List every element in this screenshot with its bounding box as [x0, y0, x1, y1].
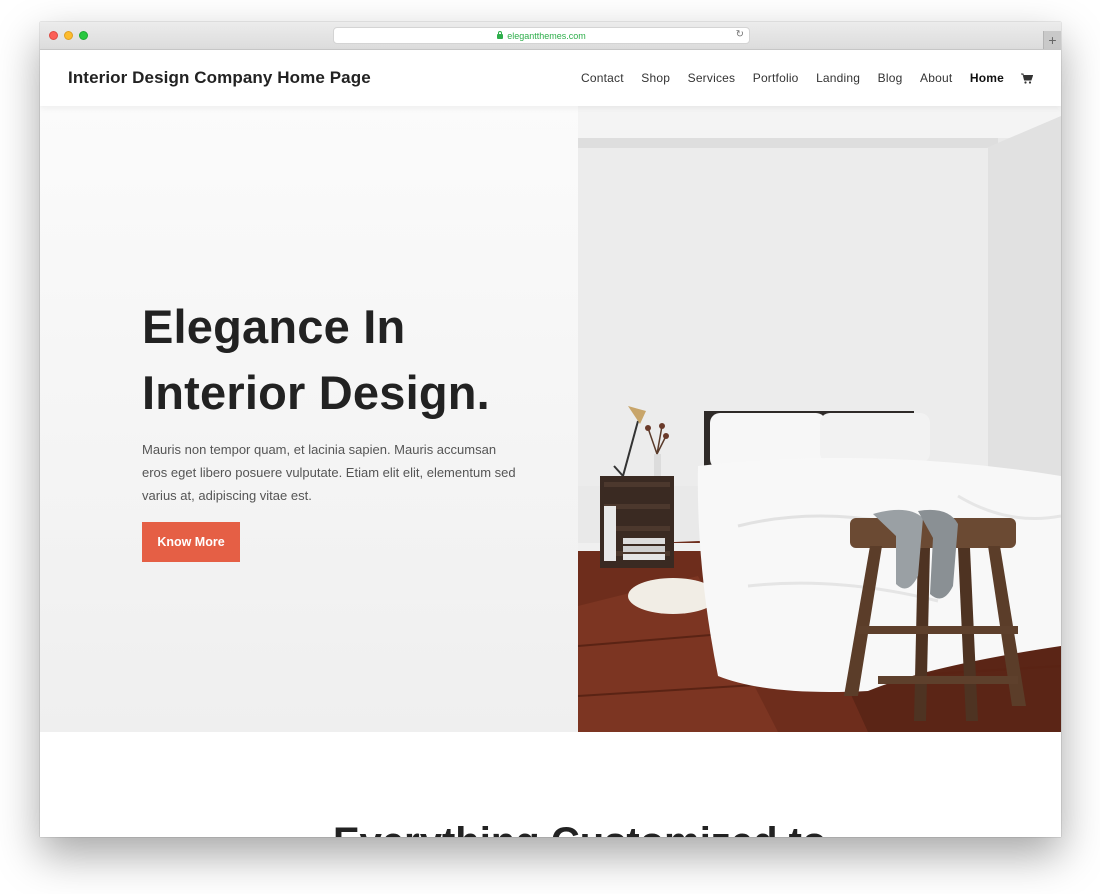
nav-contact[interactable]: Contact	[581, 71, 624, 85]
nav-landing[interactable]: Landing	[816, 71, 860, 85]
reload-icon[interactable]: ↻	[736, 29, 744, 40]
hero-heading-line-1: Elegance In	[142, 300, 406, 353]
bedroom-photo	[578, 106, 1061, 732]
address-bar[interactable]: elegantthemes.com ↻	[333, 27, 750, 44]
address-bar-url: elegantthemes.com	[507, 30, 586, 41]
hero-description: Mauris non tempor quam, et lacinia sapie…	[142, 442, 516, 503]
site-header: Interior Design Company Home Page Contac…	[40, 50, 1061, 106]
browser-window: elegantthemes.com ↻ + Interior Design Co…	[40, 22, 1061, 837]
hero-heading: Elegance In Interior Design.	[142, 294, 522, 426]
nav-services[interactable]: Services	[688, 71, 736, 85]
close-window-button[interactable]	[49, 31, 58, 40]
browser-titlebar: elegantthemes.com ↻ +	[40, 22, 1061, 50]
hero-heading-line-2: Interior Design.	[142, 366, 490, 419]
hero-content: Elegance In Interior Design. Mauris non …	[142, 294, 522, 562]
nav-about[interactable]: About	[920, 71, 952, 85]
window-controls	[49, 31, 88, 40]
nav-shop[interactable]: Shop	[641, 71, 670, 85]
lock-icon	[497, 31, 504, 39]
cart-icon[interactable]	[1021, 73, 1033, 84]
main-nav: Contact Shop Services Portfolio Landing …	[564, 71, 1033, 85]
maximize-window-button[interactable]	[79, 31, 88, 40]
hero-text-panel: Elegance In Interior Design. Mauris non …	[40, 106, 578, 732]
plus-icon[interactable]: +	[1043, 31, 1061, 49]
site-title[interactable]: Interior Design Company Home Page	[68, 68, 371, 88]
nav-portfolio[interactable]: Portfolio	[753, 71, 799, 85]
next-section: Everything Customized to...	[40, 732, 1061, 837]
minimize-window-button[interactable]	[64, 31, 73, 40]
know-more-button[interactable]: Know More	[142, 522, 240, 562]
nav-home[interactable]: Home	[970, 71, 1004, 85]
hero-section: Elegance In Interior Design. Mauris non …	[40, 106, 1061, 732]
nav-blog[interactable]: Blog	[878, 71, 903, 85]
section-heading: Everything Customized to...	[333, 820, 860, 837]
